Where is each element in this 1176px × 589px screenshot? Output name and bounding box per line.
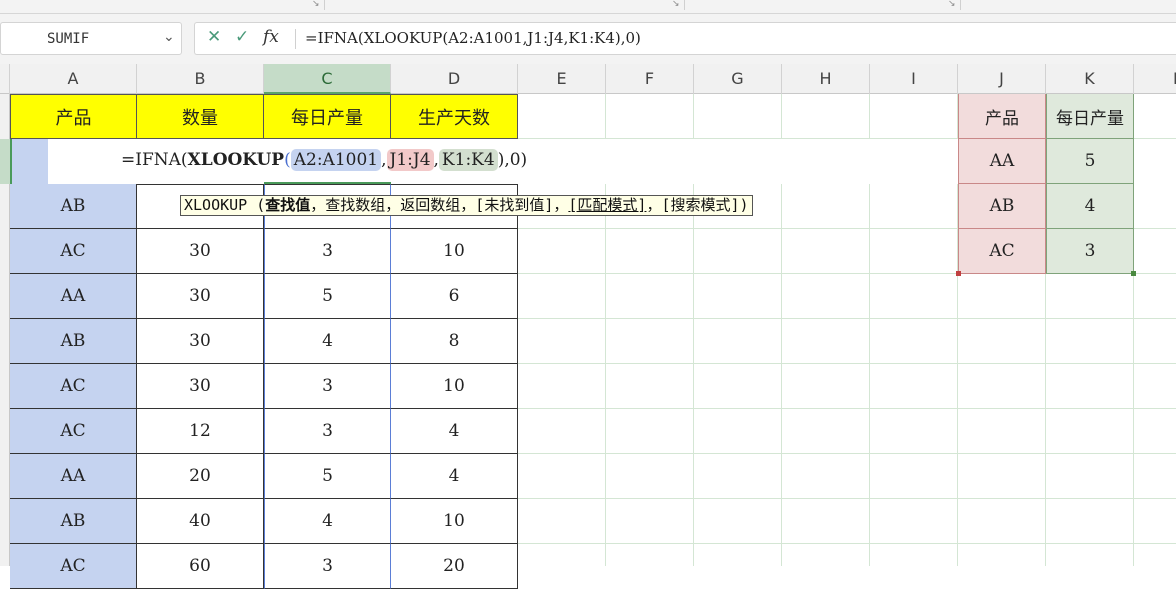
cell-j2[interactable]: AA (958, 139, 1046, 184)
formula-comma: , (381, 150, 387, 170)
enter-icon[interactable]: ✓ (235, 27, 249, 47)
cell-b11[interactable]: 60 (137, 544, 264, 589)
cell-a9[interactable]: AA (10, 454, 137, 499)
cell-b6[interactable]: 30 (137, 319, 264, 364)
cell-a4[interactable]: AC (10, 229, 137, 274)
cell-d8[interactable]: 4 (391, 409, 518, 454)
cell-k2[interactable]: 5 (1046, 139, 1134, 184)
cell-c8[interactable]: 3 (264, 409, 391, 454)
tooltip-args: ，查找数组，返回数组，[未找到值]， (310, 196, 569, 214)
active-cell[interactable] (10, 139, 138, 184)
cell-c11[interactable]: 3 (264, 544, 391, 589)
cell-b10[interactable]: 40 (137, 499, 264, 544)
formula-input[interactable]: ✕ ✓ fx =IFNA(XLOOKUP(A2:A1001,J1:J4,K1:K… (194, 22, 1176, 55)
cell-k3[interactable]: 4 (1046, 184, 1134, 229)
cell-c1[interactable]: 每日产量 (264, 94, 391, 139)
row-header-bar (0, 94, 10, 566)
function-tooltip: XLOOKUP (查找值，查找数组，返回数组，[未找到值]，[匹配模式]，[搜索… (180, 195, 753, 216)
cell-k4[interactable]: 3 (1046, 229, 1134, 274)
cell-d10[interactable]: 10 (391, 499, 518, 544)
select-all-corner[interactable] (0, 64, 10, 94)
divider (295, 29, 296, 49)
formula-ref-j[interactable]: J1:J4 (386, 149, 434, 171)
ribbon-edge: ↘ ↘ ↘ (0, 0, 1176, 14)
cell-c6[interactable]: 4 (264, 319, 391, 364)
row-header-selected[interactable] (0, 139, 10, 184)
formula-suffix: ),0) (497, 150, 528, 170)
tooltip-args-tail: ，[搜索模式]) (646, 196, 749, 214)
dialog-launcher-icon[interactable]: ↘ (312, 0, 320, 9)
cancel-icon[interactable]: ✕ (207, 27, 221, 47)
column-header-h[interactable]: H (782, 64, 870, 94)
cell-a11[interactable]: AC (10, 544, 137, 589)
cell-d4[interactable]: 10 (391, 229, 518, 274)
range-handle[interactable] (956, 271, 961, 276)
column-header-d[interactable]: D (391, 64, 518, 94)
cell-b5[interactable]: 30 (137, 274, 264, 319)
cell-b4[interactable]: 30 (137, 229, 264, 274)
dialog-launcher-icon[interactable]: ↘ (948, 0, 956, 9)
cell-j3[interactable]: AB (958, 184, 1046, 229)
tooltip-paren: ( (256, 196, 266, 214)
column-header-k[interactable]: K (1046, 64, 1134, 94)
cell-c7[interactable]: 3 (264, 364, 391, 409)
column-header-bar: A B C D E F G H I J K L (0, 64, 1176, 94)
column-header-f[interactable]: F (606, 64, 694, 94)
cell-a6[interactable]: AB (10, 319, 137, 364)
cell-d7[interactable]: 10 (391, 364, 518, 409)
formula-ref-a[interactable]: A2:A1001 (290, 149, 382, 171)
formula-function: XLOOKUP (187, 150, 285, 170)
cell-j4[interactable]: AC (958, 229, 1046, 274)
cell-d9[interactable]: 4 (391, 454, 518, 499)
in-cell-formula[interactable]: =IFNA(XLOOKUP(A2:A1001, J1:J4, K1:K4),0) (121, 149, 528, 171)
cell-c9[interactable]: 5 (264, 454, 391, 499)
cell-b1[interactable]: 数量 (137, 94, 264, 139)
column-header-i[interactable]: I (870, 64, 958, 94)
formula-prefix: =IFNA( (121, 150, 188, 170)
cell-d1[interactable]: 生产天数 (391, 94, 518, 139)
cell-a5[interactable]: AA (10, 274, 137, 319)
cell-b7[interactable]: 30 (137, 364, 264, 409)
cell-a8[interactable]: AC (10, 409, 137, 454)
name-box-value: SUMIF (47, 31, 90, 47)
formula-ref-k[interactable]: K1:K4 (438, 149, 498, 171)
cell-b8[interactable]: 12 (137, 409, 264, 454)
column-header-b[interactable]: B (137, 64, 264, 94)
cell-c5[interactable]: 5 (264, 274, 391, 319)
formula-text[interactable]: =IFNA(XLOOKUP(A2:A1001,J1:J4,K1:K4),0) (305, 29, 641, 47)
cell-a3[interactable]: AB (10, 184, 137, 229)
range-handle[interactable] (1131, 271, 1136, 276)
cell-a1[interactable]: 产品 (10, 94, 137, 139)
cell-a7[interactable]: AC (10, 364, 137, 409)
name-box[interactable]: SUMIF ⌄ (0, 22, 182, 55)
tooltip-match-mode-link[interactable]: [匹配模式] (568, 196, 646, 214)
cell-d5[interactable]: 6 (391, 274, 518, 319)
column-header-a[interactable]: A (10, 64, 137, 94)
column-header-l[interactable]: L (1134, 64, 1176, 94)
cell-d6[interactable]: 8 (391, 319, 518, 364)
cell-d11[interactable]: 20 (391, 544, 518, 589)
cell-k1[interactable]: 每日产量 (1046, 94, 1134, 139)
column-header-c[interactable]: C (264, 64, 391, 94)
tooltip-current-arg: 查找值 (265, 196, 311, 214)
chevron-down-icon[interactable]: ⌄ (163, 29, 175, 45)
column-header-e[interactable]: E (518, 64, 606, 94)
column-header-j[interactable]: J (958, 64, 1046, 94)
tooltip-function: XLOOKUP (184, 196, 248, 214)
column-header-g[interactable]: G (694, 64, 782, 94)
function-icon[interactable]: fx (263, 27, 279, 47)
cell-a10[interactable]: AB (10, 499, 137, 544)
cell-b9[interactable]: 20 (137, 454, 264, 499)
dialog-launcher-icon[interactable]: ↘ (672, 0, 680, 9)
cell-c10[interactable]: 4 (264, 499, 391, 544)
cell-c4[interactable]: 3 (264, 229, 391, 274)
formula-paren: ( (284, 150, 291, 170)
cell-j1[interactable]: 产品 (958, 94, 1046, 139)
